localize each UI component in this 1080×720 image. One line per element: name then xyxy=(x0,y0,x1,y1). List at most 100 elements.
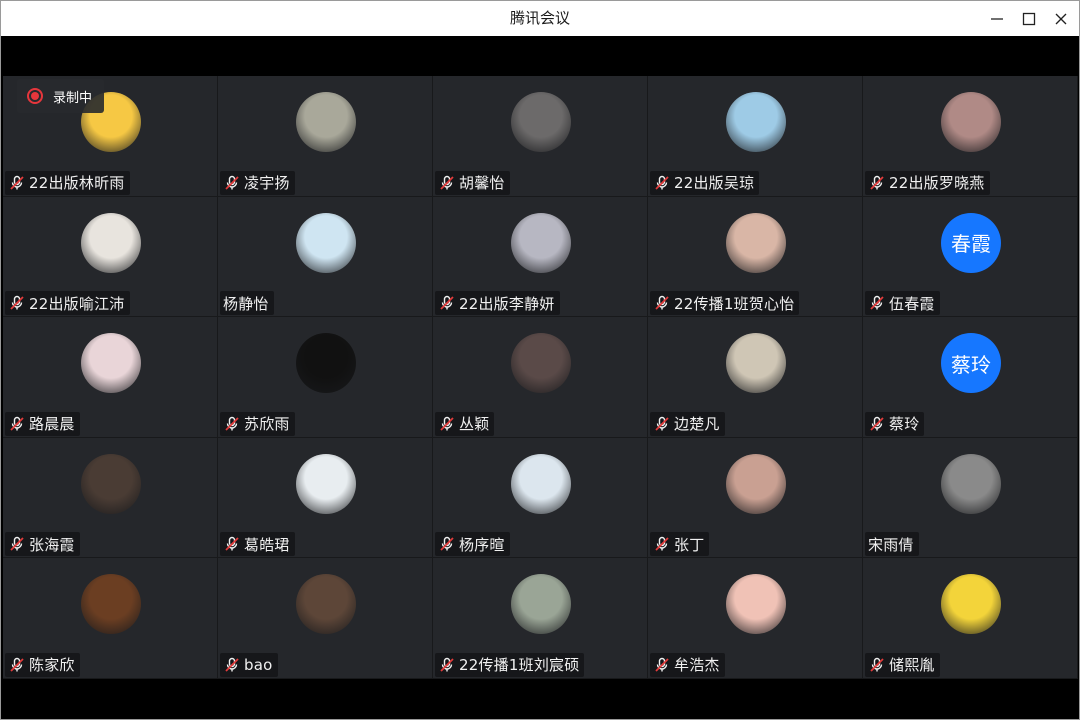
cat-photo xyxy=(511,333,571,394)
close-icon xyxy=(1055,13,1067,25)
portrait-photo xyxy=(511,92,571,152)
window-title: 腾讯会议 xyxy=(509,9,570,27)
anime-girl-avatar xyxy=(296,212,356,273)
participant-name: 宋雨倩 xyxy=(868,535,914,554)
name-tag: 张丁 xyxy=(650,532,710,557)
participant-tile[interactable]: 杨序暄 xyxy=(433,437,648,559)
participant-tile[interactable]: 22传播1班刘宸硕 xyxy=(433,558,648,679)
mic-muted-icon xyxy=(438,294,456,312)
participant-tile[interactable]: 陈家欣 xyxy=(3,558,218,679)
mic-muted-icon xyxy=(653,294,671,312)
participant-tile[interactable]: 丛颖 xyxy=(433,317,648,438)
participant-tile[interactable]: 路晨晨 xyxy=(3,317,218,438)
participant-tile[interactable]: 张海霞 xyxy=(3,437,218,559)
bw-portrait-photo xyxy=(941,453,1001,514)
participant-name: 22出版罗晓燕 xyxy=(889,174,985,193)
participant-tile[interactable]: 张丁 xyxy=(648,437,863,559)
red-can-avatar xyxy=(296,333,356,394)
participant-tile[interactable]: 22出版吴琼 xyxy=(648,76,863,197)
participant-name: 胡馨怡 xyxy=(459,174,505,193)
maximize-icon xyxy=(1022,12,1036,26)
participant-tile[interactable]: 储熙胤 xyxy=(863,558,1078,679)
meeting-window: 腾讯会议 录制中 22出版林昕雨 凌宇扬 胡馨怡 22出版吴琼 22出版罗晓燕 22出版喻… xyxy=(0,0,1080,720)
name-tag: 伍春霞 xyxy=(865,291,940,316)
mic-muted-icon xyxy=(438,415,456,433)
name-tag: bao xyxy=(220,652,278,677)
participant-tile[interactable]: 苏欣雨 xyxy=(218,317,433,438)
participant-name: 苏欣雨 xyxy=(244,415,290,434)
participant-tile[interactable]: 葛皓珺 xyxy=(218,437,433,559)
participant-name: 陈家欣 xyxy=(29,656,75,675)
participant-tile[interactable]: 22出版李静妍 xyxy=(433,196,648,318)
name-tag: 22出版李静妍 xyxy=(435,291,560,316)
participant-tile[interactable]: 宋雨倩 xyxy=(863,437,1078,559)
mic-muted-icon xyxy=(8,174,26,192)
name-tag: 苏欣雨 xyxy=(220,411,295,436)
name-tag: 边楚凡 xyxy=(650,411,725,436)
participant-name: 张丁 xyxy=(674,535,705,554)
participant-name: 丛颖 xyxy=(459,415,490,434)
close-button[interactable] xyxy=(1047,5,1075,33)
meme-photo xyxy=(296,574,356,635)
participant-tile[interactable]: 胡馨怡 xyxy=(433,76,648,197)
name-tag: 储熙胤 xyxy=(865,652,940,677)
participant-tile[interactable]: 杨静怡 xyxy=(218,196,433,318)
name-tag: 22出版林昕雨 xyxy=(5,170,130,195)
mic-muted-icon xyxy=(8,656,26,674)
participant-tile[interactable]: 22传播1班贺心怡 xyxy=(648,196,863,318)
participant-name: 葛皓珺 xyxy=(244,535,290,554)
name-tag: 杨静怡 xyxy=(220,291,274,316)
name-tag: 凌宇扬 xyxy=(220,170,295,195)
participant-tile[interactable]: 凌宇扬 xyxy=(218,76,433,197)
name-tag: 22出版罗晓燕 xyxy=(865,170,990,195)
participant-name: 路晨晨 xyxy=(29,415,75,434)
landscape-photo xyxy=(726,92,786,152)
crayon-shin-chan-avatar xyxy=(726,574,786,635)
name-tag: 丛颖 xyxy=(435,411,495,436)
name-tag: 牟浩杰 xyxy=(650,652,725,677)
recording-label: 录制中 xyxy=(53,90,93,106)
avatar-initials: 蔡玲 xyxy=(951,352,991,377)
avatar-text: 蔡玲 xyxy=(941,333,1001,394)
participant-grid: 22出版林昕雨 凌宇扬 胡馨怡 22出版吴琼 22出版罗晓燕 22出版喻江沛 杨静怡 22出版… xyxy=(3,76,1078,679)
portrait-photo xyxy=(296,92,356,152)
bunny-girl-avatar xyxy=(296,453,356,514)
name-tag: 张海霞 xyxy=(5,532,80,557)
record-icon xyxy=(27,88,43,104)
participant-tile[interactable]: bao xyxy=(218,558,433,679)
mic-muted-icon xyxy=(653,535,671,553)
participant-tile[interactable]: 22出版罗晓燕 xyxy=(863,76,1078,197)
participant-name: 22传播1班刘宸硕 xyxy=(459,656,580,675)
mic-muted-icon xyxy=(8,535,26,553)
participant-tile[interactable]: 蔡玲 蔡玲 xyxy=(863,317,1078,438)
participant-tile[interactable]: 22出版喻江沛 xyxy=(3,196,218,318)
participant-name: 22出版李静妍 xyxy=(459,294,555,313)
name-tag: 蔡玲 xyxy=(865,411,925,436)
name-tag: 葛皓珺 xyxy=(220,532,295,557)
recording-indicator[interactable]: 录制中 xyxy=(17,79,105,113)
minimize-button[interactable] xyxy=(983,5,1011,33)
participant-tile[interactable]: 边楚凡 xyxy=(648,317,863,438)
portrait-photo xyxy=(726,453,786,514)
participant-name: 22出版喻江沛 xyxy=(29,294,125,313)
mic-muted-icon xyxy=(438,535,456,553)
participant-tile[interactable]: 牟浩杰 xyxy=(648,558,863,679)
participant-tile[interactable]: 春霞 伍春霞 xyxy=(863,196,1078,318)
participant-name: 凌宇扬 xyxy=(244,174,290,193)
participant-name: 杨静怡 xyxy=(223,294,269,313)
mic-muted-icon xyxy=(868,415,886,433)
name-tag: 胡馨怡 xyxy=(435,170,510,195)
pikachu-avatar xyxy=(941,574,1001,635)
name-tag: 陈家欣 xyxy=(5,652,80,677)
participant-name: 储熙胤 xyxy=(889,656,935,675)
maximize-button[interactable] xyxy=(1015,5,1043,33)
mic-muted-icon xyxy=(223,656,241,674)
name-tag: 路晨晨 xyxy=(5,411,80,436)
participant-name: 杨序暄 xyxy=(459,535,505,554)
avatar-text: 春霞 xyxy=(941,212,1001,273)
participant-name: 22出版吴琼 xyxy=(674,174,755,193)
mic-muted-icon xyxy=(8,415,26,433)
mic-muted-icon xyxy=(223,174,241,192)
portrait-photo xyxy=(941,92,1001,152)
participant-name: bao xyxy=(244,655,273,674)
